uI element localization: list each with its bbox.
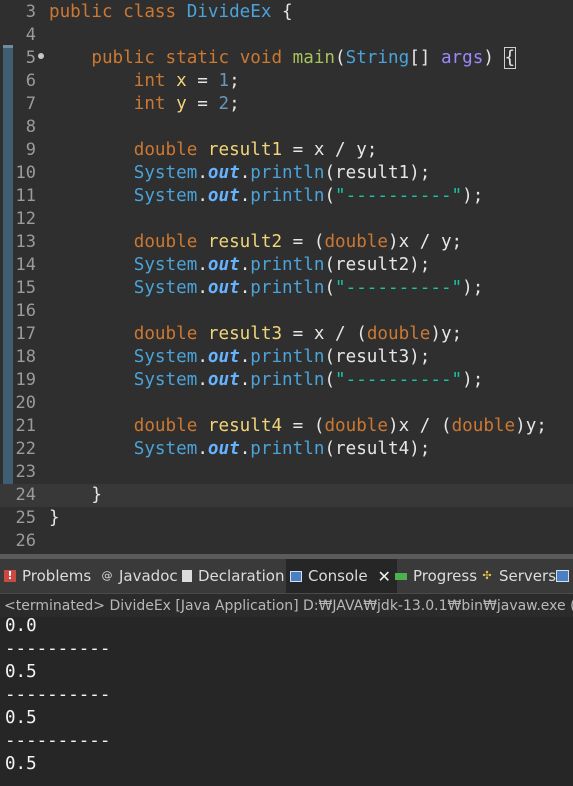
line-number: 8	[25, 117, 36, 137]
code-text: System.out.println("----------");	[133, 370, 484, 390]
console-line: ----------	[5, 731, 111, 751]
code-text: System.out.println(result2);	[133, 255, 431, 275]
code-line[interactable]: 10 System.out.println(result1);	[0, 162, 573, 185]
code-text: public class DivideEx {	[49, 2, 293, 22]
tab-javadoc[interactable]: @ Javadoc	[101, 559, 178, 593]
fold-icon[interactable]	[38, 53, 44, 59]
line-number: 26	[15, 531, 36, 551]
line-number: 14	[15, 255, 36, 275]
code-text: double result2 = (double)x / y;	[133, 232, 463, 252]
line-number: 3	[25, 2, 36, 22]
tab-servers[interactable]: ✣ Servers	[481, 559, 556, 593]
code-text: int y = 2;	[133, 94, 240, 114]
code-line[interactable]: 3 public class DivideEx {	[0, 1, 573, 24]
line-number: 20	[15, 393, 36, 413]
console-line: 0.5	[5, 662, 37, 682]
line-number: 16	[15, 301, 36, 321]
console-icon	[290, 570, 302, 582]
code-line[interactable]: 24 }	[0, 484, 573, 507]
tab-declaration-label: Declaration	[198, 567, 285, 585]
code-line[interactable]: 19 System.out.println("----------");	[0, 369, 573, 392]
code-line[interactable]: 12	[0, 208, 573, 231]
tab-progress-label: Progress	[413, 567, 478, 585]
declaration-icon	[182, 570, 192, 582]
code-text: }	[49, 485, 102, 505]
code-line[interactable]: 13 double result2 = (double)x / y;	[0, 231, 573, 254]
code-line[interactable]: 16	[0, 300, 573, 323]
line-number: 15	[15, 278, 36, 298]
servers-icon: ✣	[482, 569, 492, 582]
code-text: System.out.println(result1);	[133, 163, 431, 183]
code-line[interactable]: 20	[0, 392, 573, 415]
tab-servers-label: Servers	[499, 567, 557, 585]
code-text: int x = 1;	[133, 71, 240, 91]
code-text: System.out.println("----------");	[133, 186, 484, 206]
code-line[interactable]: 4	[0, 24, 573, 47]
line-number: 22	[15, 439, 36, 459]
console-line: 0.5	[5, 754, 37, 774]
code-text: System.out.println("----------");	[133, 278, 484, 298]
tab-declaration[interactable]: Declaration	[182, 559, 284, 593]
console-line: 0.0	[5, 616, 37, 636]
line-number: 24	[15, 485, 36, 505]
code-text: }	[49, 508, 60, 528]
console-line: ----------	[5, 685, 111, 705]
view-tab-bar: ! Problems @ Javadoc Declaration Console…	[0, 559, 573, 593]
more-views-icon[interactable]	[556, 559, 573, 593]
line-number: 11	[15, 186, 36, 206]
tab-progress[interactable]: Progress	[395, 559, 477, 593]
close-icon[interactable]: ✕	[378, 567, 391, 586]
line-number: 9	[25, 140, 36, 160]
code-text: System.out.println(result4);	[133, 439, 431, 459]
line-number: 5	[25, 48, 36, 68]
console-output[interactable]: 0.0 ---------- 0.5 ---------- 0.5 ---------- 0…	[0, 616, 573, 786]
line-number: 13	[15, 232, 36, 252]
tab-problems[interactable]: ! Problems	[4, 559, 91, 593]
code-line[interactable]: 6 int x = 1;	[0, 70, 573, 93]
tab-console[interactable]: Console ✕	[286, 559, 397, 593]
line-number: 4	[25, 25, 36, 45]
code-line[interactable]: 26	[0, 530, 573, 553]
code-text: System.out.println(result3);	[133, 347, 431, 367]
code-line[interactable]: 25}	[0, 507, 573, 530]
problems-icon: !	[4, 570, 16, 582]
javadoc-icon: @	[101, 569, 113, 582]
line-number: 10	[15, 163, 36, 183]
tab-console-label: Console	[308, 567, 368, 585]
code-line[interactable]: 5 public static void main(String[] args)…	[0, 47, 573, 70]
progress-icon	[395, 572, 407, 580]
code-line[interactable]: 14 System.out.println(result2);	[0, 254, 573, 277]
line-number: 19	[15, 370, 36, 390]
code-line[interactable]: 22 System.out.println(result4);	[0, 438, 573, 461]
code-line[interactable]: 9 double result1 = x / y;	[0, 139, 573, 162]
code-line[interactable]: 8	[0, 116, 573, 139]
tab-problems-label: Problems	[22, 567, 92, 585]
line-number: 6	[25, 71, 36, 91]
code-line[interactable]: 7 int y = 2;	[0, 93, 573, 116]
line-number: 18	[15, 347, 36, 367]
line-number: 21	[15, 416, 36, 436]
code-text: public static void main(String[] args) {	[91, 47, 517, 69]
line-number: 25	[15, 508, 36, 528]
code-line[interactable]: 18 System.out.println(result3);	[0, 346, 573, 369]
code-text: double result1 = x / y;	[133, 140, 378, 160]
code-line[interactable]: 21 double result4 = (double)x / (double)…	[0, 415, 573, 438]
console-line: 0.5	[5, 708, 37, 728]
line-number: 23	[15, 462, 36, 482]
code-line[interactable]: 11 System.out.println("----------");	[0, 185, 573, 208]
line-number: 12	[15, 209, 36, 229]
code-editor[interactable]: 3 public class DivideEx {4 5 public static…	[0, 0, 573, 554]
code-line[interactable]: 17 double result3 = x / (double)y;	[0, 323, 573, 346]
line-number: 17	[15, 324, 36, 344]
code-line[interactable]: 15 System.out.println("----------");	[0, 277, 573, 300]
console-status: <terminated> DivideEx [Java Application]…	[0, 593, 573, 618]
code-text: double result3 = x / (double)y;	[133, 324, 463, 344]
line-number: 7	[25, 94, 36, 114]
console-line: ----------	[5, 639, 111, 659]
tab-javadoc-label: Javadoc	[119, 567, 178, 585]
code-line[interactable]: 23	[0, 461, 573, 484]
code-text: double result4 = (double)x / (double)y;	[133, 416, 547, 436]
